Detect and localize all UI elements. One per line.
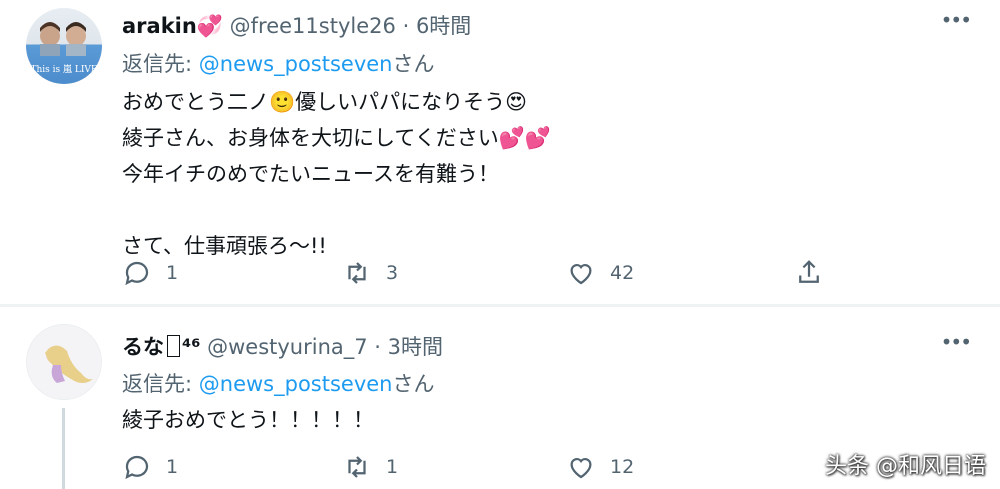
reply-button[interactable]: 1 xyxy=(122,452,178,482)
thread-line xyxy=(62,408,65,489)
avatar[interactable]: This is 嵐 LIVE xyxy=(26,8,102,84)
like-count: 42 xyxy=(610,262,635,284)
reply-handle-link[interactable]: @news_postseven xyxy=(199,52,393,76)
watermark: 头条 @和风日语 xyxy=(825,454,986,479)
tweet-header: arakin💞 @free11style26 · 6時間 xyxy=(122,10,471,40)
name-box-glyph xyxy=(167,335,180,357)
share-button[interactable] xyxy=(794,258,824,288)
heart-emoji-icon: 💞 xyxy=(196,14,223,38)
heart-icon xyxy=(570,458,592,479)
like-button[interactable]: 12 xyxy=(566,452,634,482)
reply-count: 1 xyxy=(166,262,179,284)
reply-count: 1 xyxy=(166,456,179,478)
avatar-illustration-icon xyxy=(45,345,93,383)
reply-context: 返信先: @news_postsevenさん xyxy=(122,48,434,78)
retweet-button[interactable]: 1 xyxy=(342,452,398,482)
retweet-icon xyxy=(348,262,366,284)
reply-suffix: さん xyxy=(392,52,435,76)
separator-dot: · xyxy=(402,14,410,38)
reply-icon xyxy=(125,261,149,286)
reply-handle-link[interactable]: @news_postseven xyxy=(199,372,393,396)
heart-icon xyxy=(570,264,592,285)
like-button[interactable]: 42 xyxy=(566,258,634,288)
retweet-count: 3 xyxy=(386,262,399,284)
tweet-text: おめでとう二ノ🙂優しいパパになりそう😍 綾子さん、お身体を大切にしてください💕💕… xyxy=(122,90,552,258)
avatar[interactable] xyxy=(26,324,102,400)
tweet-1[interactable]: This is 嵐 LIVE arakin💞 @free11style26 · … xyxy=(0,0,1000,305)
like-count: 12 xyxy=(610,456,635,478)
reply-context: 返信先: @news_postsevenさん xyxy=(122,368,434,398)
name-superscript: ⁴⁶ xyxy=(182,335,201,359)
separator-dot: · xyxy=(374,335,381,359)
reply-icon xyxy=(125,455,149,480)
avatar-image-icon: This is 嵐 LIVE xyxy=(31,22,98,75)
timestamp[interactable]: 6時間 xyxy=(416,14,471,38)
retweet-icon xyxy=(348,456,366,478)
timestamp[interactable]: 3時間 xyxy=(388,335,443,359)
share-icon xyxy=(799,260,819,283)
display-name[interactable]: るな xyxy=(122,335,164,359)
retweet-count: 1 xyxy=(386,456,399,478)
reply-button[interactable]: 1 xyxy=(122,258,178,288)
reply-suffix: さん xyxy=(392,372,435,396)
user-handle[interactable]: @westyurina_7 xyxy=(207,335,368,359)
reply-prefix: 返信先: xyxy=(122,52,199,76)
retweet-button[interactable]: 3 xyxy=(342,258,398,288)
more-options-icon[interactable]: ••• xyxy=(941,330,972,354)
display-name[interactable]: arakin xyxy=(122,14,197,38)
reply-prefix: 返信先: xyxy=(122,372,199,396)
tweet-header: るな ⁴⁶ @westyurina_7 · 3時間 xyxy=(122,331,443,361)
more-options-icon[interactable]: ••• xyxy=(941,8,972,32)
tweet-text: 綾子おめでとう！！！！！ xyxy=(122,408,374,432)
user-handle[interactable]: @free11style26 xyxy=(230,14,396,38)
avatar-text: This is 嵐 LIVE xyxy=(31,64,98,75)
